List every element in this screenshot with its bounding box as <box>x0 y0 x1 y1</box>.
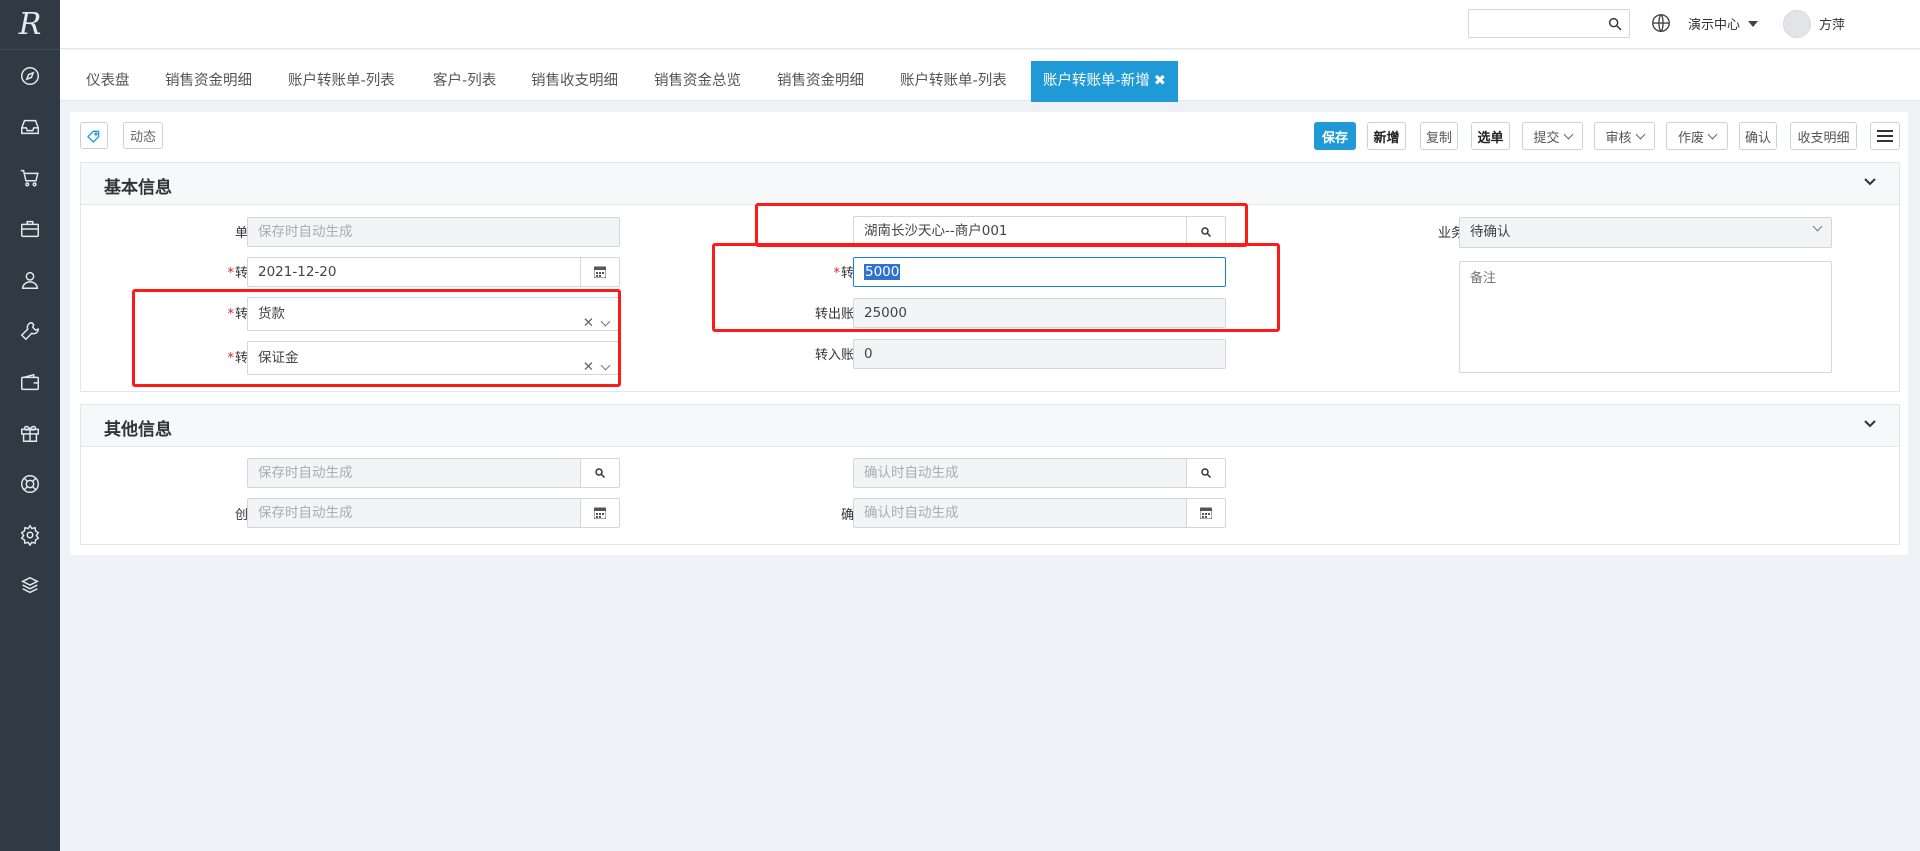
chevron-down-icon <box>1563 129 1573 139</box>
section-title: 其他信息 <box>104 420 172 440</box>
submit-dropdown[interactable]: 提交 <box>1522 122 1583 150</box>
void-dropdown[interactable]: 作废 <box>1666 122 1728 150</box>
tab-dashboard[interactable]: 仪表盘 <box>76 61 140 102</box>
tab-sales-fund-detail[interactable]: 销售资金明细 <box>155 61 262 102</box>
annotation-box-customer <box>755 203 1248 247</box>
user-icon[interactable] <box>0 254 60 305</box>
remark-textarea[interactable] <box>1459 261 1832 373</box>
tab-sales-fund-overview[interactable]: 销售资金总览 <box>644 61 751 102</box>
compass-icon[interactable] <box>0 50 60 101</box>
top-bar: 演示中心 方萍 ? <box>60 0 1920 49</box>
transfer-date-field[interactable]: 2021-12-20 <box>247 257 620 287</box>
chevron-down-icon <box>1707 129 1718 139</box>
avatar[interactable] <box>1783 10 1811 38</box>
copy-button[interactable]: 复制 <box>1420 122 1458 150</box>
calendar-icon[interactable] <box>580 499 619 527</box>
create-date-field[interactable]: 保存时自动生成 <box>247 498 620 528</box>
org-switcher[interactable]: 演示中心 <box>1688 14 1759 33</box>
tag-icon-button[interactable] <box>80 122 108 149</box>
add-button[interactable]: 新增 <box>1367 122 1406 150</box>
search-icon[interactable] <box>580 459 619 487</box>
caret-down-icon <box>1748 20 1759 27</box>
cubes-icon[interactable] <box>0 560 60 611</box>
wrench-icon[interactable] <box>0 305 60 356</box>
lifebuoy-icon[interactable] <box>0 458 60 509</box>
dynamic-button[interactable]: 动态 <box>123 122 163 149</box>
wallet-icon[interactable] <box>0 356 60 407</box>
confirm-date-field[interactable]: 确认时自动生成 <box>853 498 1226 528</box>
save-button[interactable]: 保存 <box>1314 122 1356 150</box>
annotation-box-amount <box>712 243 1280 332</box>
language-globe-icon[interactable] <box>1650 12 1672 34</box>
sidebar: R <box>0 0 60 851</box>
global-search-input[interactable] <box>1468 9 1630 38</box>
section-title: 基本信息 <box>104 178 172 198</box>
tab-transfer-list-2[interactable]: 账户转账单-列表 <box>890 61 1017 102</box>
confirmer-field[interactable]: 确认时自动生成 <box>853 458 1226 488</box>
income-detail-button[interactable]: 收支明细 <box>1790 122 1857 150</box>
hamburger-icon <box>1877 130 1893 142</box>
audit-dropdown[interactable]: 审核 <box>1594 122 1655 150</box>
creator-field[interactable]: 保存时自动生成 <box>247 458 620 488</box>
confirm-button[interactable]: 确认 <box>1739 122 1777 150</box>
gift-icon[interactable] <box>0 407 60 458</box>
doc-no-field[interactable]: 保存时自动生成 <box>247 217 620 247</box>
basic-info-header[interactable]: 基本信息 <box>81 163 1899 205</box>
select-button[interactable]: 选单 <box>1471 122 1510 150</box>
tab-transfer-new[interactable]: 账户转账单-新增 ✖ <box>1031 61 1178 102</box>
chevron-down-icon <box>1635 129 1645 139</box>
annotation-box-accounts <box>132 289 621 387</box>
chevron-down-icon[interactable] <box>1863 417 1877 431</box>
tab-bar: 仪表盘 销售资金明细 账户转账单-列表 客户-列表 销售收支明细 销售资金总览 … <box>60 50 1920 102</box>
calendar-icon[interactable] <box>580 258 619 286</box>
inbox-icon[interactable] <box>0 101 60 152</box>
app-logo[interactable]: R <box>0 0 60 50</box>
cart-icon[interactable] <box>0 152 60 203</box>
briefcase-icon[interactable] <box>0 203 60 254</box>
status-select[interactable]: 待确认 <box>1459 217 1832 248</box>
tag-icon <box>87 130 100 143</box>
tab-transfer-list[interactable]: 账户转账单-列表 <box>278 61 405 102</box>
chevron-down-icon[interactable] <box>1863 175 1877 189</box>
tab-customer-list[interactable]: 客户-列表 <box>423 61 506 102</box>
search-icon[interactable] <box>1607 16 1623 32</box>
other-info-header[interactable]: 其他信息 <box>81 405 1899 447</box>
close-tab-icon[interactable]: ✖ <box>1154 73 1166 89</box>
menu-button[interactable] <box>1870 122 1900 150</box>
calendar-icon[interactable] <box>1186 499 1225 527</box>
tab-sales-fund-detail-2[interactable]: 销售资金明细 <box>767 61 874 102</box>
settings-icon[interactable] <box>0 509 60 560</box>
user-name[interactable]: 方萍 <box>1819 14 1845 33</box>
tab-sales-income-detail[interactable]: 销售收支明细 <box>521 61 628 102</box>
search-icon[interactable] <box>1186 459 1225 487</box>
in-balance-field: 0 <box>853 339 1226 369</box>
chevron-down-icon <box>1812 221 1823 232</box>
